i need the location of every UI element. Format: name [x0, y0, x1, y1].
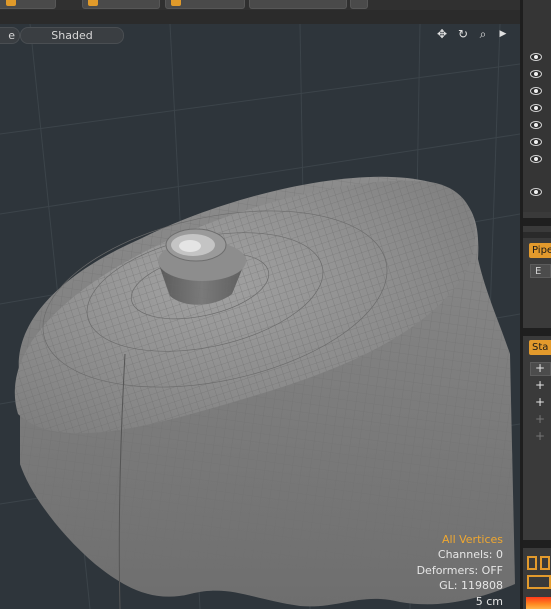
- channels-label: Channels: 0: [437, 548, 503, 561]
- zoom-view-icon[interactable]: ⌕: [476, 27, 490, 41]
- cube-icon: [6, 0, 16, 6]
- play-icon[interactable]: ▶: [496, 27, 510, 41]
- rotate-view-icon[interactable]: ↻: [456, 27, 470, 41]
- panel-layout-icon[interactable]: [527, 556, 537, 570]
- 3d-viewport[interactable]: e Shaded ✥ ↻ ⌕ ▶ All Vertices Channels: …: [0, 24, 520, 609]
- shading-mode-button[interactable]: Shaded: [20, 27, 124, 44]
- tab-stack[interactable]: Sta: [529, 340, 551, 355]
- scale-label: 5 cm: [475, 594, 503, 608]
- stack-add-button[interactable]: +: [535, 361, 545, 375]
- cube-icon: [171, 0, 181, 6]
- panel-separator: [523, 328, 551, 336]
- mesh-scene[interactable]: [0, 24, 520, 609]
- panel-layout-icon[interactable]: [540, 556, 550, 570]
- cube-icon: [88, 0, 98, 6]
- visibility-eye-icon[interactable]: [530, 70, 542, 78]
- gl-count-label: GL: 119808: [439, 579, 503, 592]
- visibility-eye-icon[interactable]: [530, 53, 542, 61]
- visibility-eye-icon[interactable]: [530, 155, 542, 163]
- view-mode-button[interactable]: e: [0, 27, 20, 44]
- color-gradient-swatch[interactable]: [526, 597, 551, 609]
- selection-mode-label: All Vertices: [441, 532, 503, 546]
- viewport-hud: All Vertices Channels: 0 Deformers: OFF …: [417, 532, 503, 609]
- visibility-eye-icon[interactable]: [530, 87, 542, 95]
- stack-add-button[interactable]: +: [535, 395, 545, 409]
- visibility-eye-icon[interactable]: [530, 188, 542, 196]
- panel-separator: [523, 218, 551, 226]
- visibility-eye-icon[interactable]: [530, 104, 542, 112]
- panel-layout-icon[interactable]: [527, 575, 551, 589]
- viewport-header: e Shaded ✥ ↻ ⌕ ▶: [0, 24, 520, 46]
- pipeline-cell[interactable]: E: [530, 264, 551, 278]
- toolbar-tab[interactable]: [350, 0, 368, 9]
- stack-add-button[interactable]: +: [535, 378, 545, 392]
- visibility-eye-icon[interactable]: [530, 121, 542, 129]
- visibility-eye-icon[interactable]: [530, 138, 542, 146]
- tab-pipeline[interactable]: Pipe: [529, 243, 551, 258]
- top-toolbar: [0, 0, 520, 10]
- move-view-icon[interactable]: ✥: [435, 27, 449, 41]
- panel-separator: [523, 540, 551, 548]
- stack-add-button[interactable]: +: [535, 412, 545, 426]
- panel-tabstrip: [523, 232, 551, 238]
- deformers-label: Deformers: OFF: [416, 563, 503, 577]
- stack-add-button[interactable]: +: [535, 429, 545, 443]
- toolbar-tab[interactable]: [249, 0, 347, 9]
